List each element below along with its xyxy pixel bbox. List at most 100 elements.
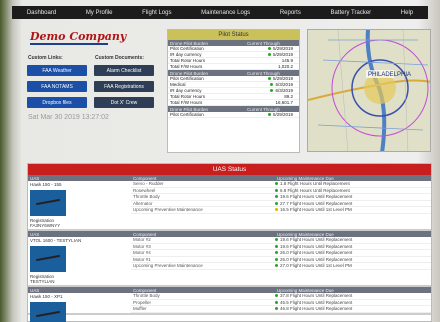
pilot-row-label: Total F/W Hours	[170, 64, 203, 69]
pilot-row-label: Total Rotor Hours	[170, 58, 206, 63]
status-dot-icon	[275, 294, 278, 298]
uas-vehicle-block: Hawk 150 - XP1 Throttle Body 37.8 Flight H…	[28, 293, 431, 322]
uas-status-panel: UAS Status UAS Component Upcoming Maintena…	[27, 163, 432, 322]
uas-col-due: Upcoming Maintenance Due	[277, 175, 334, 181]
nav-reports[interactable]: Reports	[280, 10, 301, 16]
maintenance-due-text: 19.6 Flight Hours Until Replacement	[280, 194, 353, 200]
link-faa-notams[interactable]: FAA NOTAMS	[27, 81, 87, 92]
pilot-row: Pilot Certification 5/29/2019	[168, 112, 299, 118]
status-dot-icon	[275, 307, 278, 311]
uas-vehicle-block: Hawk 150 - 155 Registration FA3NY6WNYY Serv…	[28, 181, 431, 231]
sectional-chart-icon: PHILADELPHIA	[308, 30, 430, 151]
uas-component-row: Upcoming Preventive Maintenance 27.0 Flig…	[131, 263, 431, 270]
link-dropbox-files[interactable]: Dropbox files	[27, 97, 87, 108]
nav-help[interactable]: Help	[401, 10, 413, 16]
maintenance-due: 19.6 Flight Hours Until Replacement	[275, 237, 431, 242]
uas-vehicle-info: Hawk 150 - 155 Registration FA3NY6WNYY	[28, 181, 131, 228]
pilot-row-value: 5/3/2019	[247, 82, 299, 87]
component-name: Servo - Rudder	[133, 181, 164, 187]
pilot-row-label: IR day currency	[170, 88, 202, 93]
maintenance-due-text: 19.6 Flight Hours Until Replacement	[280, 243, 353, 249]
uas-registration-value: FA3NY6WNYY	[30, 223, 61, 228]
pilot-row-value-text: 5/29/2019	[272, 112, 293, 117]
pilot-row-value-text: 145.9	[281, 58, 293, 63]
uas-component-row: Muffler 46.8 Flight Hours Until Replaceme…	[131, 306, 431, 313]
doc-crew[interactable]: Dot X' Crew	[94, 97, 154, 108]
uas-vehicle-info: VTOL 1600 - TESTYLIAN Registration TESTYLI…	[28, 237, 131, 284]
maintenance-due-text: 27.7 Flight Hours Until Replacement	[280, 200, 353, 206]
uas-component-rows: Motor #2 19.6 Flight Hours Until Replacem…	[131, 237, 431, 270]
component-name: Propeller	[133, 299, 152, 305]
pilot-header-right: Current Through	[247, 40, 280, 46]
uas-component-rows: Throttle Body 37.8 Flight Hours Until Rep…	[131, 293, 431, 313]
pilot-header-right-3: Current Through	[247, 106, 280, 112]
component-name: Muffler	[133, 306, 147, 312]
uas-vehicle-name[interactable]: VTOL 1600 - TESTYLIAN	[28, 237, 131, 244]
status-dot-icon	[267, 77, 271, 80]
nav-dashboard[interactable]: Dashboard	[27, 10, 56, 16]
status-dot-icon	[270, 89, 274, 92]
maintenance-due: 19.6 Flight Hours Until Replacement	[275, 194, 431, 199]
maintenance-due-text: 27.0 Flight Hours Until 1st Level PM	[280, 263, 352, 269]
uas-registration-value: TESTYLIAN	[30, 279, 55, 284]
drone-photo	[30, 246, 66, 272]
link-faa-weather[interactable]: FAA Weather	[27, 65, 87, 76]
status-dot-icon	[275, 208, 278, 212]
status-dot-icon	[267, 53, 271, 56]
status-dot-icon	[275, 188, 278, 192]
uas-component-rows: Servo - Rudder 1.8 Flight Hours Until Rep…	[131, 181, 431, 214]
uas-vehicle-name[interactable]: Hawk 150 - 155	[28, 181, 131, 188]
maintenance-due-text: 26.0 Flight Hours Until Replacement	[280, 250, 353, 256]
status-dot-icon	[275, 244, 278, 248]
uas-col-uas: UAS	[30, 231, 40, 237]
custom-documents-label: Custom Documents:	[95, 55, 144, 61]
component-name: Throttle Body	[133, 194, 160, 200]
maintenance-due-text: 26.0 Flight Hours Until Replacement	[280, 256, 353, 262]
drone-photo	[30, 302, 66, 322]
maintenance-due: 37.8 Flight Hours Until Replacement	[275, 293, 431, 298]
component-name: Motor #4	[133, 250, 151, 256]
current-date: Sat Mar 30 2019 13:27:02	[28, 114, 109, 121]
pilot-status-panel: Pilot Status Drone Pilot Burden Current …	[167, 29, 300, 153]
pilot-row-value: 16,601.7	[247, 100, 299, 105]
pilot-row-label: Total Rotor Hours	[170, 94, 206, 99]
pilot-row-label: Pilot Certification	[170, 76, 204, 81]
pilot-row-value-text: 89.2	[284, 94, 293, 99]
status-dot-icon	[267, 47, 271, 50]
component-name: Upcoming Preventive Maintenance	[133, 263, 203, 269]
airspace-map[interactable]: PHILADELPHIA	[307, 29, 431, 152]
nav-maintenance-logs[interactable]: Maintenance Logs	[201, 10, 250, 16]
maintenance-due-text: 6.8 Flight Hours Until Replacement	[280, 187, 350, 193]
uas-vehicle-block: VTOL 1600 - TESTYLIAN Registration TESTYLI…	[28, 237, 431, 287]
pilot-row-value: 89.2	[247, 94, 299, 99]
maintenance-due-text: 1.8 Flight Hours Until Replacement	[280, 181, 350, 187]
drone-photo	[30, 190, 66, 216]
uas-vehicle-name[interactable]: Hawk 150 - XP1	[28, 293, 131, 300]
component-name: Alternator	[133, 200, 153, 206]
component-name: Motor #3	[133, 243, 151, 249]
nav-flight-logs[interactable]: Flight Logs	[142, 10, 171, 16]
component-name: Throttle Body	[133, 293, 160, 299]
nav-battery-tracker[interactable]: Battery Tracker	[330, 10, 371, 16]
maintenance-due: 46.8 Flight Hours Until Replacement	[275, 306, 431, 311]
pilot-row-value-text: 6/3/2019	[275, 88, 293, 93]
nav-my-profile[interactable]: My Profile	[86, 10, 113, 16]
pilot-row-label: Pilot Certification	[170, 46, 204, 51]
pilot-header-left-2: Drone Pilot Burden	[170, 70, 209, 76]
pilot-row-value-text: 5/29/2019	[272, 76, 293, 81]
doc-faa-registrations[interactable]: FAA Registrations	[94, 81, 154, 92]
pilot-row-value: 1,020.2	[247, 64, 299, 69]
maintenance-due: 27.7 Flight Hours Until Replacement	[275, 201, 431, 206]
pilot-row-value-text: 16,601.7	[275, 100, 293, 105]
status-dot-icon	[275, 238, 278, 242]
maintenance-due-text: 19.6 Flight Hours Until Replacement	[280, 237, 353, 243]
pilot-row-value: 5/29/2019	[247, 52, 299, 57]
maintenance-due-text: 16.5 Flight Hours Until 1st Level PM	[280, 207, 352, 213]
maintenance-due-text: 46.8 Flight Hours Until Replacement	[280, 306, 353, 312]
pilot-row-value: 5/29/2019	[247, 76, 299, 81]
company-logo: Demo Company	[30, 30, 127, 43]
doc-alarm-checklist[interactable]: Alarm Checklist	[94, 65, 154, 76]
pilot-row-label: IR day currency	[170, 52, 202, 57]
uas-col-component: Component	[133, 175, 157, 181]
pilot-status-title: Pilot Status	[168, 30, 299, 40]
